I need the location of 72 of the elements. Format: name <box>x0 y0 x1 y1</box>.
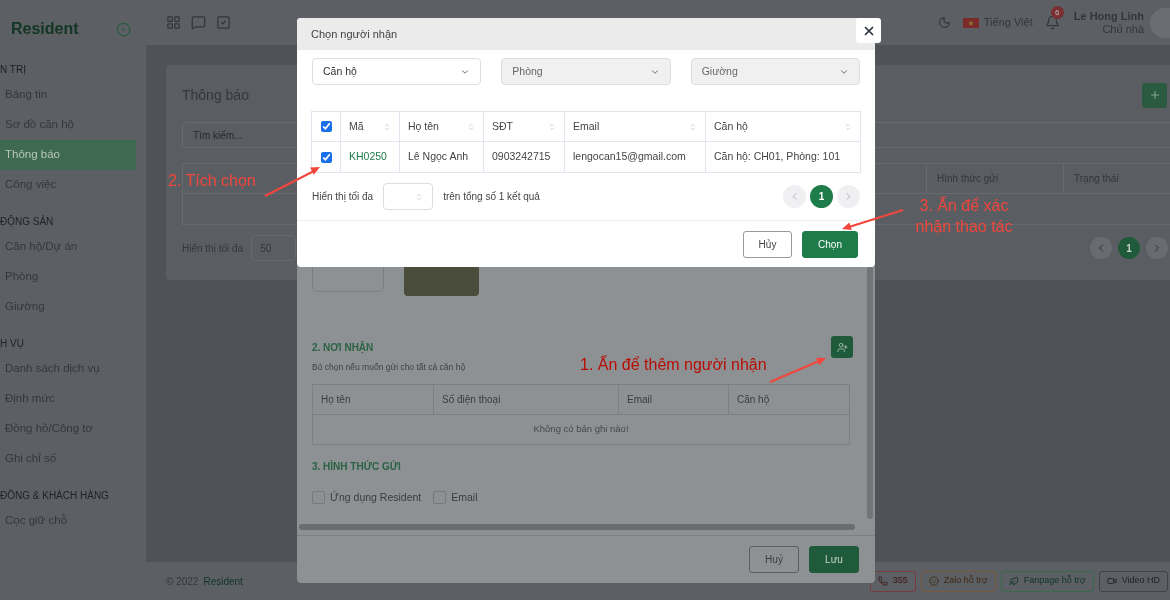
sidebar-section-title: ĐỘNG SẢN <box>0 214 55 229</box>
dialog-button[interactable]: Lưu <box>809 546 859 573</box>
section-title: 3. HÌNH THỨC GỬI <box>312 459 402 474</box>
sort-icon <box>548 122 556 131</box>
hint-text: Bỏ chọn nếu muốn gửi cho tất cả căn hộ <box>312 361 466 374</box>
column-header[interactable]: Căn hộ <box>705 112 860 141</box>
section-title: 2. NƠI NHẬN <box>312 340 374 355</box>
empty-message: Không có bản ghi nào! <box>533 422 629 437</box>
stepper-icon <box>415 192 424 201</box>
column-header[interactable]: Mã <box>340 112 399 141</box>
annotation-text: 1. Ấn để thêm người nhận <box>580 354 767 375</box>
add-user-icon <box>836 341 848 353</box>
select-all-checkbox[interactable] <box>320 121 332 132</box>
sort-icon <box>689 122 697 131</box>
phone-icon <box>877 576 888 586</box>
previous-page-icon[interactable] <box>1090 237 1112 259</box>
support-link[interactable]: Zalo hỗ trợ <box>920 570 996 592</box>
dialog-button[interactable]: Chọn <box>802 230 858 258</box>
next-page-icon[interactable] <box>1146 237 1168 259</box>
checkbox-label[interactable]: Ứng dụng Resident <box>330 489 422 506</box>
chat-icon[interactable] <box>191 15 206 30</box>
sidebar-section-title: N TRỊ <box>0 62 27 77</box>
dialog-title: Chọn người nhận <box>311 26 398 42</box>
target-icon[interactable] <box>116 21 131 37</box>
table-cell: Lê Ngọc Anh <box>399 142 483 172</box>
sort-icon <box>383 122 391 131</box>
add-button[interactable] <box>1142 82 1167 108</box>
flag-icon <box>962 17 979 28</box>
code-link[interactable]: KH0250 <box>340 142 399 172</box>
column-header: Email <box>618 384 728 414</box>
filter-select[interactable]: Căn hộ <box>312 58 482 85</box>
total-text: trên tổng số 1 kết quả <box>443 190 540 204</box>
page-size-select[interactable] <box>383 183 434 210</box>
sidebar-section-title: ĐỒNG & KHÁCH HÀNG <box>0 488 110 503</box>
sort-icon <box>844 122 852 131</box>
dialog-button[interactable]: Huỷ <box>749 546 799 573</box>
column-header[interactable]: Họ tên <box>399 112 483 141</box>
support-link[interactable]: Fanpage hỗ trợ <box>1000 570 1094 592</box>
footer-brand-link[interactable]: Resident <box>203 573 243 589</box>
plus-icon <box>1148 89 1161 101</box>
column-header[interactable]: Email <box>564 112 705 141</box>
dialog-button[interactable]: Hủy <box>743 230 792 258</box>
column-header: Căn hộ <box>728 384 849 414</box>
moon-icon[interactable] <box>937 16 951 29</box>
table-cell: 0903242715 <box>483 142 564 172</box>
horizontal-scrollbar[interactable] <box>299 524 855 530</box>
column-header: Số điện thoại <box>433 384 618 414</box>
sort-icon <box>467 122 475 131</box>
checklist-icon[interactable] <box>216 15 231 30</box>
next-page-icon[interactable] <box>837 185 860 208</box>
annotation-text: 2. Tích chọn <box>168 171 256 191</box>
previous-page-icon[interactable] <box>783 185 806 208</box>
checkbox-label[interactable]: Email <box>451 489 478 506</box>
page-number[interactable]: 1 <box>1118 237 1140 259</box>
column-header[interactable]: SĐT <box>483 112 564 141</box>
sidebar-section-title: H VỤ <box>0 336 25 351</box>
column-header: Họ tên <box>320 392 352 407</box>
notification-badge: 6 <box>1050 6 1064 19</box>
close-button[interactable] <box>856 18 881 43</box>
bell-icon[interactable] <box>1044 15 1060 30</box>
video-icon <box>1106 576 1117 586</box>
brand-logo[interactable]: Resident <box>11 17 79 41</box>
annotation-text: 3. Ấn để xác nhận thao tác <box>914 195 1014 237</box>
vertical-scrollbar[interactable] <box>867 267 873 519</box>
page-number[interactable]: 1 <box>810 185 833 208</box>
row-checkbox[interactable] <box>320 151 332 163</box>
table-cell: Căn hộ: CH01, Phòng: 101 <box>705 142 860 172</box>
table-cell: lengocan15@gmail.com <box>564 142 705 172</box>
grid-icon[interactable] <box>166 15 181 30</box>
add-recipient-button[interactable] <box>831 336 853 358</box>
sidebar-item[interactable]: Thông báo <box>0 140 136 170</box>
page-size-label: Hiển thị tối đa <box>312 190 374 204</box>
